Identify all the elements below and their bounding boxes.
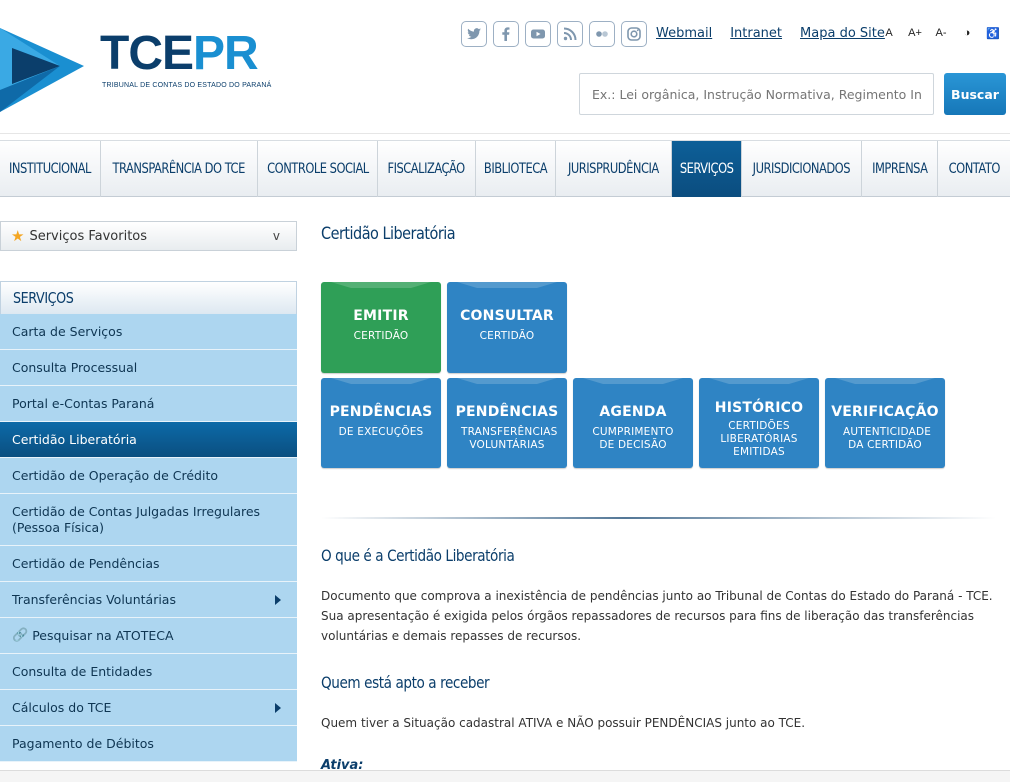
nav-fiscalizacao[interactable]: FISCALIZAÇÃO — [378, 141, 476, 197]
sidebar-item-calculos[interactable]: Cálculos do TCE — [0, 690, 297, 726]
top-links: Webmail Intranet Mapa do Site — [656, 26, 885, 41]
sidebar-item-carta-servicos[interactable]: Carta de Serviços — [0, 314, 297, 350]
link-icon: 🔗 — [12, 628, 29, 643]
favorites-label: Serviços Favoritos — [29, 228, 148, 244]
twitter-icon[interactable] — [461, 21, 487, 47]
sidebar-item-operacao-credito[interactable]: Certidão de Operação de Crédito — [0, 458, 297, 494]
nav-imprensa[interactable]: IMPRENSA — [862, 141, 938, 197]
sidebar-item-certidao-liberatoria[interactable]: Certidão Liberatória — [0, 422, 297, 458]
tile-pendencias-transferencias[interactable]: PENDÊNCIAS TRANSFERÊNCIAS VOLUNTÁRIAS — [447, 378, 567, 468]
sidebar-item-atoteca[interactable]: 🔗 Pesquisar na ATOTECA — [0, 618, 297, 654]
youtube-icon[interactable] — [525, 21, 551, 47]
sidebar-heading: SERVIÇOS — [0, 281, 297, 314]
nav-contato[interactable]: CONTATO — [938, 141, 1010, 197]
logo-subtitle: TRIBUNAL DE CONTAS DO ESTADO DO PARANÁ — [102, 82, 272, 89]
section-divider — [321, 517, 996, 519]
intranet-link[interactable]: Intranet — [730, 26, 782, 41]
section-text-o-que-e: Documento que comprova a inexistência de… — [321, 589, 993, 643]
bottom-bar — [0, 770, 1010, 782]
tile-verificacao[interactable]: VERIFICAÇÃO AUTENTICIDADE DA CERTIDÃO — [825, 378, 945, 468]
nav-jurisdicionados[interactable]: JURISDICIONADOS — [742, 141, 862, 197]
sidebar-item-certidao-pendencias[interactable]: Certidão de Pendências — [0, 546, 297, 582]
tile-emitir-certidao[interactable]: EMITIR CERTIDÃO — [321, 282, 441, 373]
tce-logo-icon[interactable] — [0, 20, 84, 112]
arrow-right-icon — [275, 594, 281, 605]
search-input[interactable] — [579, 73, 934, 115]
site-header: TCEPR TRIBUNAL DE CONTAS DO ESTADO DO PA… — [0, 0, 1010, 134]
webmail-link[interactable]: Webmail — [656, 26, 712, 41]
sidebar-item-pagamento-debitos[interactable]: Pagamento de Débitos — [0, 726, 297, 762]
tile-agenda[interactable]: AGENDA CUMPRIMENTO DE DECISÃO — [573, 378, 693, 468]
services-sidebar: SERVIÇOS Carta de Serviços Consulta Proc… — [0, 281, 297, 762]
section-title-quem-apto: Quem está apto a receber — [321, 673, 490, 692]
social-links — [461, 21, 647, 47]
accessibility-tools: A A+ A- ◑ ♿ — [878, 23, 1004, 43]
tile-consultar-certidao[interactable]: CONSULTAR CERTIDÃO — [447, 282, 567, 373]
arrow-right-icon — [275, 702, 281, 713]
nav-institucional[interactable]: INSTITUCIONAL — [0, 141, 101, 197]
font-increase-button[interactable]: A+ — [904, 23, 926, 43]
sidebar-item-consulta-processual[interactable]: Consulta Processual — [0, 350, 297, 386]
font-reset-button[interactable]: A — [878, 23, 900, 43]
chevron-down-icon: v — [272, 229, 280, 243]
flickr-icon[interactable] — [589, 21, 615, 47]
site-map-link[interactable]: Mapa do Site — [800, 26, 885, 41]
sidebar-item-entidades[interactable]: Consulta de Entidades — [0, 654, 297, 690]
site-logo[interactable]: TCEPR — [100, 30, 259, 78]
accessibility-icon[interactable]: ♿ — [982, 23, 1004, 43]
star-icon: ★ — [11, 227, 25, 245]
nav-servicos[interactable]: SERVIÇOS — [672, 141, 742, 197]
nav-controle-social[interactable]: CONTROLE SOCIAL — [258, 141, 378, 197]
sidebar-item-contas-irregulares[interactable]: Certidão de Contas Julgadas Irregulares … — [0, 494, 297, 546]
sidebar-item-transferencias[interactable]: Transferências Voluntárias — [0, 582, 297, 618]
nav-biblioteca[interactable]: BIBLIOTECA — [476, 141, 556, 197]
nav-jurisprudencia[interactable]: JURISPRUDÊNCIA — [556, 141, 672, 197]
sidebar-item-econtas[interactable]: Portal e-Contas Paraná — [0, 386, 297, 422]
tile-pendencias-execucoes[interactable]: PENDÊNCIAS DE EXECUÇÕES — [321, 378, 441, 468]
main-nav: INSTITUCIONAL TRANSPARÊNCIA DO TCE CONTR… — [0, 140, 1010, 197]
rss-icon[interactable] — [557, 21, 583, 47]
facebook-icon[interactable] — [493, 21, 519, 47]
search-button[interactable]: Buscar — [944, 73, 1006, 115]
nav-transparencia[interactable]: TRANSPARÊNCIA DO TCE — [101, 141, 258, 197]
font-decrease-button[interactable]: A- — [930, 23, 952, 43]
section-title-o-que-e: O que é a Certidão Liberatória — [321, 546, 515, 565]
page-title: Certidão Liberatória — [321, 224, 456, 244]
tile-historico[interactable]: HISTÓRICO CERTIDÕES LIBERATÓRIAS EMITIDA… — [699, 378, 819, 468]
contrast-icon[interactable]: ◑ — [956, 23, 978, 43]
instagram-icon[interactable] — [621, 21, 647, 47]
section-text-quem-apto: Quem tiver a Situação cadastral ATIVA e … — [321, 716, 806, 730]
favorites-dropdown[interactable]: ★ Serviços Favoritos v — [0, 221, 297, 251]
